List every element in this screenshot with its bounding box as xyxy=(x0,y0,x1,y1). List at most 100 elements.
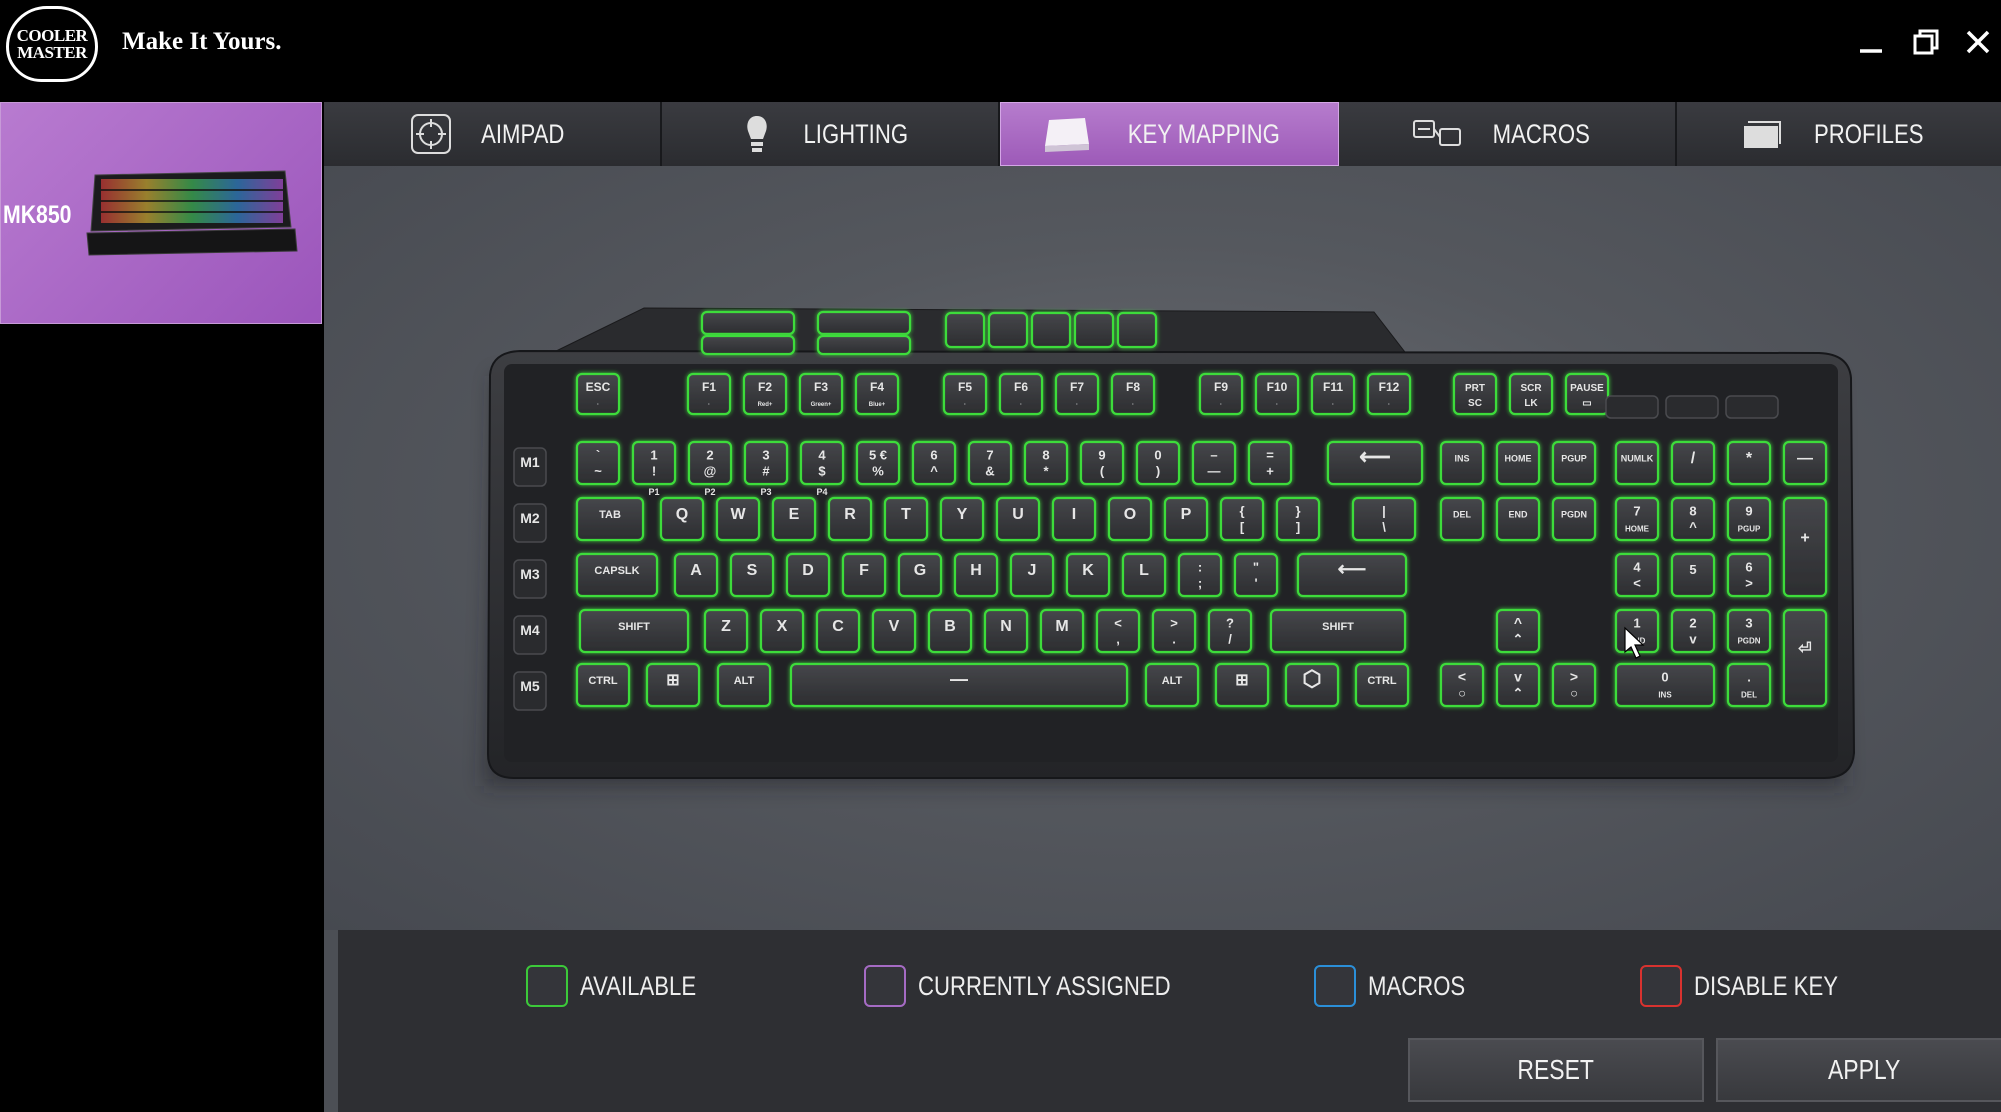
key-left-ctrl[interactable]: CTRL xyxy=(575,662,631,708)
key-b[interactable]: B xyxy=(927,608,973,654)
key-y[interactable]: Y xyxy=(939,496,985,542)
key-cm-fn[interactable]: ⬡ xyxy=(1284,662,1340,708)
key-f2[interactable]: F2 Red+ xyxy=(742,372,788,416)
key-f[interactable]: F xyxy=(841,552,887,598)
media-prev[interactable] xyxy=(1030,311,1072,349)
key-right-win[interactable]: ⊞ xyxy=(1214,662,1270,708)
key-bracket-0[interactable]: {[ xyxy=(1219,496,1265,542)
key-r[interactable]: R xyxy=(827,496,873,542)
media-btn-2[interactable] xyxy=(1665,395,1719,419)
numpad-9[interactable]: 9 PGUP xyxy=(1726,496,1772,542)
key-e[interactable]: E xyxy=(771,496,817,542)
key-f4[interactable]: F4 Blue+ xyxy=(854,372,900,416)
key-u[interactable]: U xyxy=(995,496,1041,542)
key-v[interactable]: V xyxy=(871,608,917,654)
tab-lighting[interactable]: LIGHTING xyxy=(662,102,1001,166)
key-pause[interactable]: PAUSE ▭ xyxy=(1564,372,1610,416)
tab-profiles[interactable]: PROFILES xyxy=(1676,102,2001,166)
numpad-8[interactable]: 8^ xyxy=(1670,496,1716,542)
media-light[interactable] xyxy=(1116,311,1158,349)
numpad-0[interactable]: 0 INS xyxy=(1614,662,1716,708)
key-left-win[interactable]: ⊞ xyxy=(645,662,701,708)
media-btn-1[interactable] xyxy=(1605,395,1659,419)
key-bracket-2[interactable]: |\ xyxy=(1351,496,1417,542)
key-num-4[interactable]: 4$ xyxy=(799,440,845,486)
media-wheel-left-lower[interactable] xyxy=(700,334,796,356)
key-tab[interactable]: TAB xyxy=(575,496,645,542)
numpad-3[interactable]: 3 PGDN xyxy=(1726,608,1772,654)
device-card-mk850[interactable]: MK850 xyxy=(0,102,322,324)
macro-key-m4[interactable]: M4 xyxy=(513,615,547,655)
minimize-button[interactable] xyxy=(1855,26,1887,58)
tab-aimpad[interactable]: AIMPAD xyxy=(324,102,663,166)
key-f5[interactable]: F5 · xyxy=(942,372,988,416)
apply-button[interactable]: APPLY xyxy=(1716,1038,2001,1102)
key-num-10[interactable]: 0) xyxy=(1135,440,1181,486)
key-f7[interactable]: F7 · xyxy=(1054,372,1100,416)
key-arrow-up[interactable]: ^⌃ xyxy=(1495,608,1541,654)
media-wheel-right-lower[interactable] xyxy=(816,334,912,356)
key-del[interactable]: DEL xyxy=(1439,496,1485,542)
key-g[interactable]: G xyxy=(897,552,943,598)
key-capslock[interactable]: CAPSLK xyxy=(575,552,659,598)
key-num-7[interactable]: 7& xyxy=(967,440,1013,486)
media-btn-3[interactable] xyxy=(1725,395,1779,419)
key-a[interactable]: A xyxy=(673,552,719,598)
key-space[interactable]: — xyxy=(789,662,1129,708)
key-esc[interactable]: ESC · xyxy=(575,372,621,416)
key-f3[interactable]: F3 Green+ xyxy=(798,372,844,416)
numpad-7[interactable]: 7 HOME xyxy=(1614,496,1660,542)
reset-button[interactable]: RESET xyxy=(1408,1038,1704,1102)
numpad-6[interactable]: 6> xyxy=(1726,552,1772,598)
key-num-5[interactable]: 5 €% xyxy=(855,440,901,486)
numpad-4[interactable]: 4< xyxy=(1614,552,1660,598)
key-scr[interactable]: SCR LK xyxy=(1508,372,1554,416)
key-num-6[interactable]: 6^ xyxy=(911,440,957,486)
key-arrow-left[interactable]: <○ xyxy=(1439,662,1485,708)
key-o[interactable]: O xyxy=(1107,496,1153,542)
numpad-dot[interactable]: . DEL xyxy=(1726,662,1772,708)
macro-key-m1[interactable]: M1 xyxy=(513,447,547,487)
key-num-3[interactable]: 3# xyxy=(743,440,789,486)
key-q[interactable]: Q xyxy=(659,496,705,542)
macro-key-m2[interactable]: M2 xyxy=(513,503,547,543)
key-left-shift[interactable]: SHIFT xyxy=(578,608,690,654)
key-x[interactable]: X xyxy=(759,608,805,654)
key-arrow-right[interactable]: >○ xyxy=(1551,662,1597,708)
key-h[interactable]: H xyxy=(953,552,999,598)
macro-key-m5[interactable]: M5 xyxy=(513,671,547,711)
close-button[interactable] xyxy=(1962,26,1994,58)
media-play[interactable] xyxy=(944,311,986,349)
key-enter[interactable]: ⟵ xyxy=(1296,552,1408,598)
key-f12[interactable]: F12 · xyxy=(1366,372,1412,416)
key-f1[interactable]: F1 · xyxy=(686,372,732,416)
key-f6[interactable]: F6 · xyxy=(998,372,1044,416)
key-f10[interactable]: F10 · xyxy=(1254,372,1300,416)
key-right-shift[interactable]: SHIFT xyxy=(1269,608,1407,654)
numpad-top-1[interactable]: / xyxy=(1670,440,1716,486)
key-j[interactable]: J xyxy=(1009,552,1055,598)
key-home[interactable]: HOME xyxy=(1495,440,1541,486)
key-punct-b0[interactable]: <, xyxy=(1095,608,1141,654)
media-wheel-right[interactable] xyxy=(816,310,912,336)
tab-key-mapping[interactable]: KEY MAPPING xyxy=(1000,102,1339,166)
key-num-12[interactable]: =+ xyxy=(1247,440,1293,486)
key-arrow-down[interactable]: v⌃ xyxy=(1495,662,1541,708)
key-num-9[interactable]: 9( xyxy=(1079,440,1125,486)
key-left-alt[interactable]: ALT xyxy=(716,662,772,708)
restore-button[interactable] xyxy=(1910,26,1942,58)
key-c[interactable]: C xyxy=(815,608,861,654)
numpad-top-0[interactable]: NUMLK xyxy=(1614,440,1660,486)
key-m[interactable]: M xyxy=(1039,608,1085,654)
key-d[interactable]: D xyxy=(785,552,831,598)
key-pgup[interactable]: PGUP xyxy=(1551,440,1597,486)
key-num-8[interactable]: 8* xyxy=(1023,440,1069,486)
key-l[interactable]: L xyxy=(1121,552,1167,598)
numpad-enter[interactable]: ⏎ xyxy=(1782,608,1828,708)
key-right-ctrl[interactable]: CTRL xyxy=(1354,662,1410,708)
key-w[interactable]: W xyxy=(715,496,761,542)
key-prt[interactable]: PRT SC xyxy=(1452,372,1498,416)
key-pgdn[interactable]: PGDN xyxy=(1551,496,1597,542)
key-t[interactable]: T xyxy=(883,496,929,542)
numpad-top-3[interactable]: — xyxy=(1782,440,1828,486)
